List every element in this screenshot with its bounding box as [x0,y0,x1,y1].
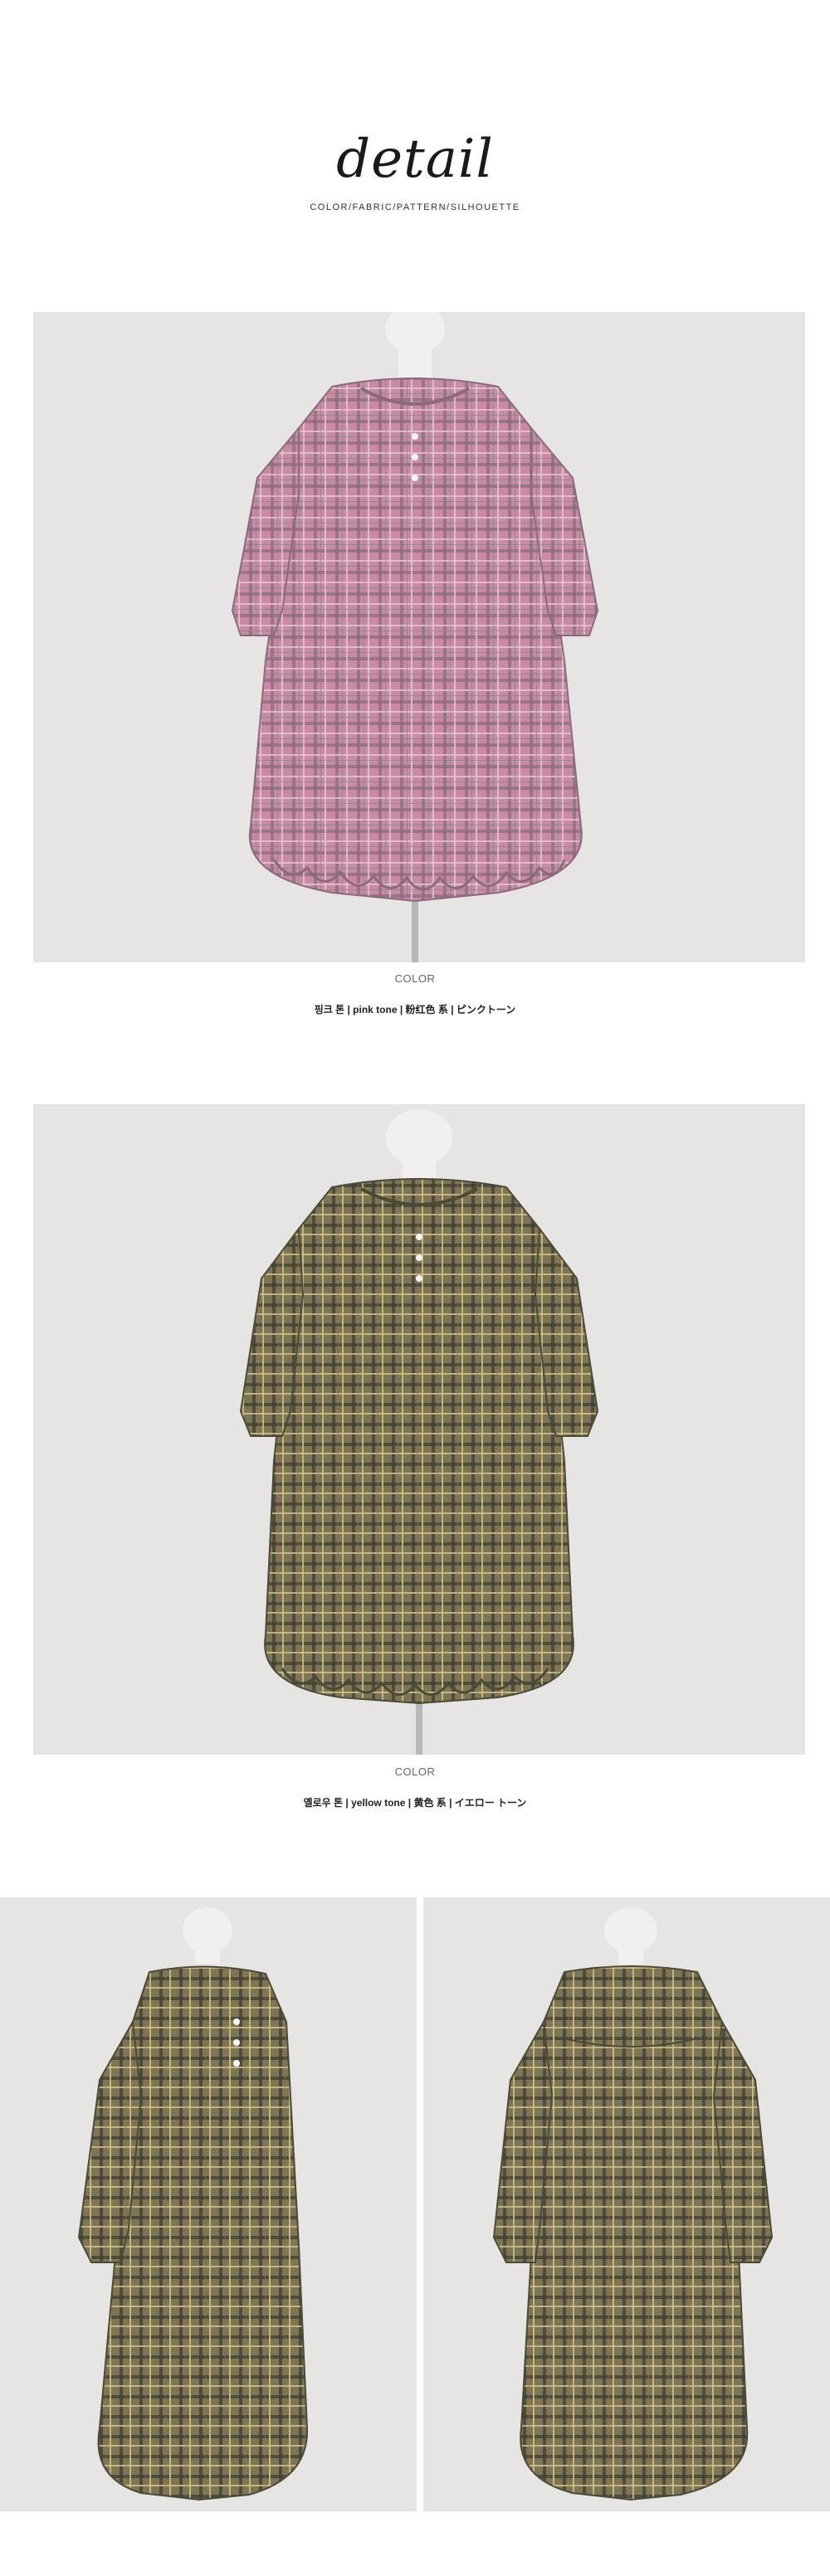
color-name-pink: 핑크 톤 | pink tone | 粉红色 系 | ピンクトーン [314,1004,516,1015]
color-name-yellow: 옐로우 톤 | yellow tone | 黄色 系 | イエロー トーン [303,1797,527,1809]
yellow-dress-back-photo [423,1897,830,2511]
color-label-yellow: COLOR [394,1765,436,1778]
pink-dress-photo [33,312,805,962]
page-title: detail [336,129,494,190]
yellow-dress-photo [33,1104,805,1755]
yellow-dress-side-photo [0,1897,417,2511]
color-label-pink: COLOR [394,972,436,985]
page-subtitle: COLOR/FABRIC/PATTERN/SILHOUETTE [310,202,520,212]
